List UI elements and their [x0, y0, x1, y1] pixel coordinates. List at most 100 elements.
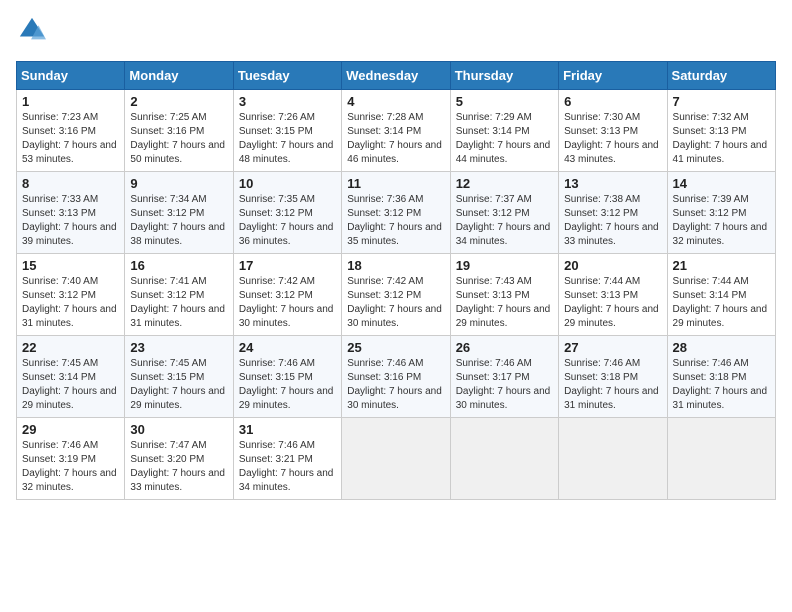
calendar-cell: 23 Sunrise: 7:45 AM Sunset: 3:15 PM Dayl… — [125, 336, 233, 418]
daylight-label: Daylight: 7 hours and 48 minutes. — [239, 140, 334, 165]
calendar-cell: 17 Sunrise: 7:42 AM Sunset: 3:12 PM Dayl… — [233, 254, 341, 336]
day-number: 8 — [22, 176, 119, 191]
sunrise-label: Sunrise: 7:29 AM — [456, 112, 532, 123]
day-info: Sunrise: 7:43 AM Sunset: 3:13 PM Dayligh… — [456, 275, 553, 331]
calendar-cell — [559, 418, 667, 500]
day-number: 25 — [347, 340, 444, 355]
day-number: 7 — [673, 94, 770, 109]
calendar-cell — [450, 418, 558, 500]
day-number: 11 — [347, 176, 444, 191]
calendar-week-3: 15 Sunrise: 7:40 AM Sunset: 3:12 PM Dayl… — [17, 254, 776, 336]
calendar-table: SundayMondayTuesdayWednesdayThursdayFrid… — [16, 61, 776, 500]
sunset-label: Sunset: 3:12 PM — [22, 290, 96, 301]
sunrise-label: Sunrise: 7:46 AM — [673, 358, 749, 369]
sunset-label: Sunset: 3:21 PM — [239, 454, 313, 465]
weekday-header-tuesday: Tuesday — [233, 62, 341, 90]
day-number: 30 — [130, 422, 227, 437]
sunset-label: Sunset: 3:12 PM — [564, 208, 638, 219]
calendar-cell: 22 Sunrise: 7:45 AM Sunset: 3:14 PM Dayl… — [17, 336, 125, 418]
sunrise-label: Sunrise: 7:42 AM — [347, 276, 423, 287]
day-number: 28 — [673, 340, 770, 355]
day-info: Sunrise: 7:32 AM Sunset: 3:13 PM Dayligh… — [673, 111, 770, 167]
daylight-label: Daylight: 7 hours and 53 minutes. — [22, 140, 117, 165]
logo-icon — [18, 16, 46, 44]
sunset-label: Sunset: 3:12 PM — [456, 208, 530, 219]
day-number: 4 — [347, 94, 444, 109]
day-number: 5 — [456, 94, 553, 109]
day-number: 17 — [239, 258, 336, 273]
day-number: 20 — [564, 258, 661, 273]
daylight-label: Daylight: 7 hours and 29 minutes. — [456, 304, 551, 329]
calendar-cell: 6 Sunrise: 7:30 AM Sunset: 3:13 PM Dayli… — [559, 90, 667, 172]
sunset-label: Sunset: 3:13 PM — [22, 208, 96, 219]
sunset-label: Sunset: 3:17 PM — [456, 372, 530, 383]
daylight-label: Daylight: 7 hours and 50 minutes. — [130, 140, 225, 165]
day-info: Sunrise: 7:45 AM Sunset: 3:15 PM Dayligh… — [130, 357, 227, 413]
sunrise-label: Sunrise: 7:45 AM — [22, 358, 98, 369]
day-number: 9 — [130, 176, 227, 191]
day-info: Sunrise: 7:25 AM Sunset: 3:16 PM Dayligh… — [130, 111, 227, 167]
sunset-label: Sunset: 3:16 PM — [347, 372, 421, 383]
daylight-label: Daylight: 7 hours and 41 minutes. — [673, 140, 768, 165]
sunrise-label: Sunrise: 7:47 AM — [130, 440, 206, 451]
sunrise-label: Sunrise: 7:37 AM — [456, 194, 532, 205]
daylight-label: Daylight: 7 hours and 34 minutes. — [456, 222, 551, 247]
sunrise-label: Sunrise: 7:34 AM — [130, 194, 206, 205]
daylight-label: Daylight: 7 hours and 34 minutes. — [239, 468, 334, 493]
day-info: Sunrise: 7:46 AM Sunset: 3:18 PM Dayligh… — [673, 357, 770, 413]
day-number: 22 — [22, 340, 119, 355]
sunrise-label: Sunrise: 7:46 AM — [456, 358, 532, 369]
weekday-header-row: SundayMondayTuesdayWednesdayThursdayFrid… — [17, 62, 776, 90]
day-number: 16 — [130, 258, 227, 273]
day-info: Sunrise: 7:37 AM Sunset: 3:12 PM Dayligh… — [456, 193, 553, 249]
sunset-label: Sunset: 3:18 PM — [564, 372, 638, 383]
sunrise-label: Sunrise: 7:46 AM — [239, 440, 315, 451]
sunset-label: Sunset: 3:12 PM — [239, 290, 313, 301]
day-number: 13 — [564, 176, 661, 191]
calendar-cell: 3 Sunrise: 7:26 AM Sunset: 3:15 PM Dayli… — [233, 90, 341, 172]
sunrise-label: Sunrise: 7:23 AM — [22, 112, 98, 123]
sunset-label: Sunset: 3:14 PM — [673, 290, 747, 301]
calendar-cell: 2 Sunrise: 7:25 AM Sunset: 3:16 PM Dayli… — [125, 90, 233, 172]
calendar-cell: 13 Sunrise: 7:38 AM Sunset: 3:12 PM Dayl… — [559, 172, 667, 254]
calendar-header: SundayMondayTuesdayWednesdayThursdayFrid… — [17, 62, 776, 90]
day-number: 24 — [239, 340, 336, 355]
sunrise-label: Sunrise: 7:44 AM — [564, 276, 640, 287]
sunset-label: Sunset: 3:20 PM — [130, 454, 204, 465]
calendar-cell: 9 Sunrise: 7:34 AM Sunset: 3:12 PM Dayli… — [125, 172, 233, 254]
sunrise-label: Sunrise: 7:26 AM — [239, 112, 315, 123]
calendar-cell: 10 Sunrise: 7:35 AM Sunset: 3:12 PM Dayl… — [233, 172, 341, 254]
daylight-label: Daylight: 7 hours and 29 minutes. — [673, 304, 768, 329]
day-info: Sunrise: 7:42 AM Sunset: 3:12 PM Dayligh… — [347, 275, 444, 331]
calendar-cell — [342, 418, 450, 500]
day-info: Sunrise: 7:44 AM Sunset: 3:13 PM Dayligh… — [564, 275, 661, 331]
day-number: 26 — [456, 340, 553, 355]
daylight-label: Daylight: 7 hours and 29 minutes. — [564, 304, 659, 329]
calendar-cell: 8 Sunrise: 7:33 AM Sunset: 3:13 PM Dayli… — [17, 172, 125, 254]
calendar-cell: 4 Sunrise: 7:28 AM Sunset: 3:14 PM Dayli… — [342, 90, 450, 172]
day-info: Sunrise: 7:34 AM Sunset: 3:12 PM Dayligh… — [130, 193, 227, 249]
sunrise-label: Sunrise: 7:45 AM — [130, 358, 206, 369]
daylight-label: Daylight: 7 hours and 29 minutes. — [130, 386, 225, 411]
sunrise-label: Sunrise: 7:25 AM — [130, 112, 206, 123]
weekday-header-friday: Friday — [559, 62, 667, 90]
calendar-cell: 1 Sunrise: 7:23 AM Sunset: 3:16 PM Dayli… — [17, 90, 125, 172]
calendar-cell: 7 Sunrise: 7:32 AM Sunset: 3:13 PM Dayli… — [667, 90, 775, 172]
sunset-label: Sunset: 3:13 PM — [564, 290, 638, 301]
day-info: Sunrise: 7:35 AM Sunset: 3:12 PM Dayligh… — [239, 193, 336, 249]
weekday-header-wednesday: Wednesday — [342, 62, 450, 90]
day-number: 21 — [673, 258, 770, 273]
daylight-label: Daylight: 7 hours and 35 minutes. — [347, 222, 442, 247]
calendar-cell: 19 Sunrise: 7:43 AM Sunset: 3:13 PM Dayl… — [450, 254, 558, 336]
day-info: Sunrise: 7:28 AM Sunset: 3:14 PM Dayligh… — [347, 111, 444, 167]
day-info: Sunrise: 7:45 AM Sunset: 3:14 PM Dayligh… — [22, 357, 119, 413]
sunset-label: Sunset: 3:15 PM — [239, 372, 313, 383]
weekday-header-monday: Monday — [125, 62, 233, 90]
sunrise-label: Sunrise: 7:42 AM — [239, 276, 315, 287]
day-info: Sunrise: 7:46 AM Sunset: 3:16 PM Dayligh… — [347, 357, 444, 413]
calendar-cell: 24 Sunrise: 7:46 AM Sunset: 3:15 PM Dayl… — [233, 336, 341, 418]
calendar-week-2: 8 Sunrise: 7:33 AM Sunset: 3:13 PM Dayli… — [17, 172, 776, 254]
sunrise-label: Sunrise: 7:40 AM — [22, 276, 98, 287]
calendar-cell: 12 Sunrise: 7:37 AM Sunset: 3:12 PM Dayl… — [450, 172, 558, 254]
sunrise-label: Sunrise: 7:32 AM — [673, 112, 749, 123]
